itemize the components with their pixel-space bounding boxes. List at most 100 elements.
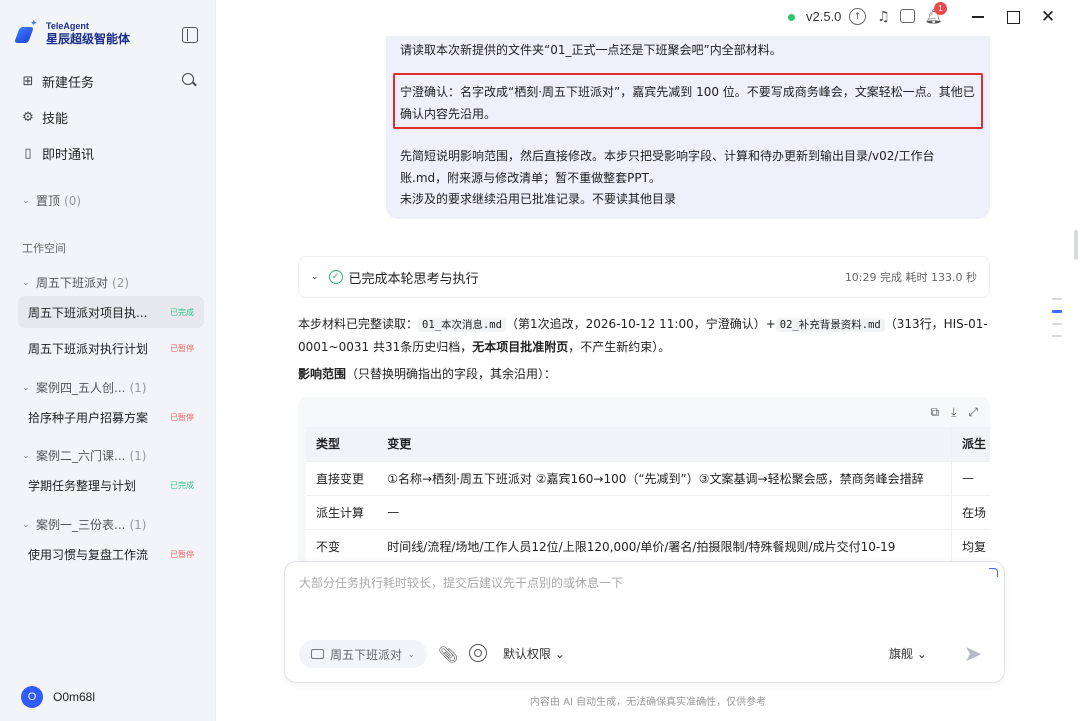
composer-input[interactable]: 大部分任务执行耗时较长，提交后建议先干点别的或休息一下 xyxy=(299,574,623,591)
attachment-icon[interactable]: 📎︎ xyxy=(438,645,458,664)
table-row: 直接变更 ①名称→栖刻·周五下班派对 ②嘉宾160→100（“先减到”）③文案基… xyxy=(306,461,990,496)
nav-new-task[interactable]: ⊞ 新建任务 xyxy=(20,72,94,91)
chevron-down-icon: ⌄ xyxy=(22,277,30,288)
scope-title: 影响范围 xyxy=(298,367,347,381)
group-case-four[interactable]: ⌄ 案例四_五人创... (1) xyxy=(22,379,146,396)
chevron-down-icon: ⌄ xyxy=(408,649,415,659)
task-item[interactable]: 使用习惯与复盘工作流 已暂停 xyxy=(18,538,204,570)
message-paragraph: 请读取本次新提供的文件夹“01_正式一点还是下班聚会吧”内全部材料。 xyxy=(400,43,782,57)
group-case-one[interactable]: ⌄ 案例一_三份表... (1) xyxy=(22,516,146,533)
status-badge: 已暂停 xyxy=(170,343,194,353)
execution-status-card[interactable]: ⌄ ✓ 已完成本轮思考与执行 10:29 完成 耗时 133.0 秒 xyxy=(298,256,990,298)
table-header: 变更 xyxy=(377,427,952,462)
scrollbar[interactable] xyxy=(1074,230,1078,260)
table-cell: — xyxy=(950,461,990,496)
group-count: (1) xyxy=(129,517,147,532)
message-paragraph: 先简短说明影响范围，然后直接修改。本步只把受影响字段、计算和待办更新到输出目录/… xyxy=(400,149,935,185)
download-icon[interactable]: ⤓ xyxy=(951,405,956,420)
online-status-icon xyxy=(788,14,795,21)
user-profile[interactable]: O O0m68l xyxy=(21,686,95,708)
minimize-icon[interactable] xyxy=(968,7,988,27)
group-count: (1) xyxy=(129,448,147,463)
notification-badge: 1 xyxy=(934,2,947,15)
folder-selector[interactable]: 周五下班派对 ⌄ xyxy=(299,640,427,668)
copy-icon[interactable]: ⧉ xyxy=(931,405,940,420)
task-item[interactable]: 拾序种子用户招募方案 已暂停 xyxy=(18,401,204,433)
permission-dropdown[interactable]: 默认权限 ⌄ xyxy=(503,645,565,662)
send-icon[interactable]: ➤ xyxy=(957,640,989,668)
minimap-mark-active[interactable] xyxy=(1052,310,1062,313)
group-count: (1) xyxy=(129,380,147,395)
minimap-mark[interactable] xyxy=(1052,298,1062,300)
table-cell: 直接变更 xyxy=(306,461,378,496)
message-composer[interactable]: 大部分任务执行耗时较长，提交后建议先干点别的或休息一下 周五下班派对 ⌄ 📎︎ … xyxy=(284,561,1005,683)
table-cell: 派生计算 xyxy=(306,495,378,530)
chevron-down-icon: ⌄ xyxy=(22,519,30,530)
message-minimap[interactable] xyxy=(1052,298,1062,347)
main-panel: v2.5.0 ↑ ♫ 🔔︎ 1 ✕ 请读取本次新提供的文件夹“01_正式一点还是… xyxy=(216,0,1080,721)
skill-picker-icon[interactable] xyxy=(469,644,487,662)
scope-subtitle: （只替换明确指出的字段，其余沿用）： xyxy=(346,367,557,381)
table-cell: 均复 xyxy=(950,529,990,564)
workspace-label: 工作空间 xyxy=(22,242,66,255)
app-name-en: TeleAgent xyxy=(46,21,89,31)
group-label: 案例四_五人创... xyxy=(36,381,126,395)
group-case-two[interactable]: ⌄ 案例二_六门课... (1) xyxy=(22,447,146,464)
chevron-down-icon: ⌄ xyxy=(554,647,565,661)
maximize-icon[interactable] xyxy=(1003,7,1023,27)
expand-icon[interactable]: ⤢ xyxy=(968,405,978,420)
group-count: (2) xyxy=(112,275,130,290)
file-code: 01_本次消息.md xyxy=(418,318,506,332)
new-task-icon: ⊞ xyxy=(22,74,34,89)
minimap-mark[interactable] xyxy=(1052,335,1062,337)
folder-label: 周五下班派对 xyxy=(330,647,403,662)
folder-icon xyxy=(311,649,324,659)
table-header-row: 类型 变更 派生 xyxy=(306,427,990,462)
sidebar-collapse-icon[interactable] xyxy=(182,27,198,43)
summary-text: ，不产生新约束）。 xyxy=(568,340,671,354)
status-badge: 已暂停 xyxy=(170,412,194,422)
scope-heading: 影响范围（只替换明确指出的字段，其余沿用）： xyxy=(298,363,988,385)
search-icon[interactable] xyxy=(181,72,197,88)
check-circle-icon: ✓ xyxy=(328,270,343,284)
model-dropdown[interactable]: 旗舰 ⌄ xyxy=(889,645,927,662)
nav-chat[interactable]: ▯ 即时通讯 xyxy=(20,144,94,163)
minimap-mark[interactable] xyxy=(1052,323,1062,325)
impact-table: 类型 变更 派生 直接变更 ①名称→栖刻·周五下班派对 ②嘉宾160→100（“… xyxy=(306,427,990,564)
nav-skills[interactable]: ⚙ 技能 xyxy=(20,108,68,127)
task-item[interactable]: 周五下班派对执行计划 已暂停 xyxy=(18,332,204,364)
status-text: 已完成本轮思考与执行 xyxy=(348,271,479,287)
table-container: ⧉ ⤓ ⤢ 类型 变更 派生 直接变更 ①名称→栖刻·周五下班派对 ②嘉宾160… xyxy=(298,397,990,567)
expand-corner-icon[interactable] xyxy=(989,568,998,577)
chat-icon: ▯ xyxy=(24,146,32,161)
summary-bold: 无本项目批准附页 xyxy=(472,340,569,354)
task-item[interactable]: 学期任务整理与计划 已完成 xyxy=(18,469,204,501)
table-cell: ①名称→栖刻·周五下班派对 ②嘉宾160→100（“先减到”）③文案基调→轻松聚… xyxy=(377,461,952,496)
app-name-cn: 星辰超级智能体 xyxy=(46,32,131,46)
version-label: v2.5.0 xyxy=(806,9,842,24)
task-item-active[interactable]: 周五下班派对项目执... 已完成 xyxy=(18,296,204,328)
app-logo: TeleAgent 星辰超级智能体 xyxy=(16,19,131,46)
chevron-down-icon: ⌄ xyxy=(311,272,319,282)
table-header: 类型 xyxy=(306,427,378,462)
user-message-bubble: 请读取本次新提供的文件夹“01_正式一点还是下班聚会吧”内全部材料。 宁澄确认：… xyxy=(386,36,990,219)
group-friday-party[interactable]: ⌄ 周五下班派对 (2) xyxy=(22,274,129,291)
box-icon[interactable] xyxy=(900,9,915,23)
table-cell: 在场 xyxy=(950,495,990,530)
table-cell: 时间线/流程/场地/工作人员12位/上限120,000/单价/署名/拍摄限制/特… xyxy=(377,529,952,564)
nav-skills-label: 技能 xyxy=(42,112,69,127)
table-row: 派生计算 — 在场 xyxy=(306,495,990,530)
chevron-down-icon: ⌄ xyxy=(22,450,30,461)
file-code: 02_补充背景资料.md xyxy=(775,318,885,332)
status-badge: 已完成 xyxy=(170,480,194,490)
logo-icon xyxy=(16,19,40,45)
table-row: 不变 时间线/流程/场地/工作人员12位/上限120,000/单价/署名/拍摄限… xyxy=(306,529,990,564)
group-pinned[interactable]: ⌄ 置顶 (0) xyxy=(22,192,81,209)
headset-icon[interactable]: ♫ xyxy=(875,8,892,25)
upload-icon[interactable]: ↑ xyxy=(849,8,866,25)
status-meta: 10:29 完成 耗时 133.0 秒 xyxy=(844,271,977,284)
group-label: 周五下班派对 xyxy=(36,276,109,290)
group-pinned-count: (0) xyxy=(64,193,82,208)
top-bar: v2.5.0 ↑ ♫ 🔔︎ 1 ✕ xyxy=(216,0,1080,36)
close-icon[interactable]: ✕ xyxy=(1038,7,1058,27)
